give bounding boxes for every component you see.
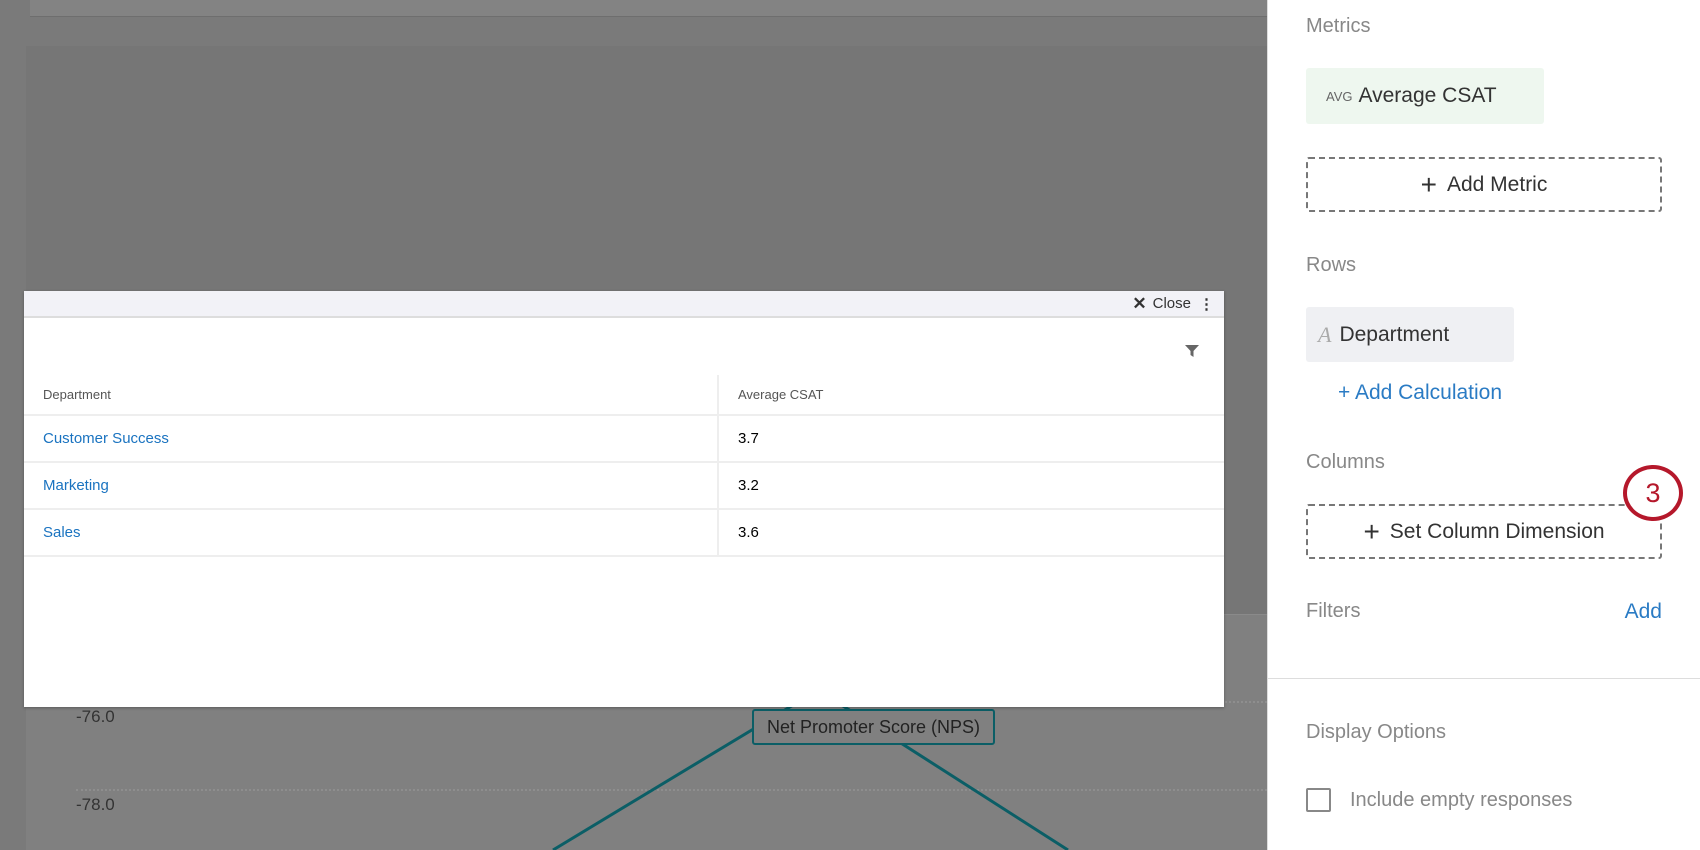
table-row: Marketing 3.2 (24, 462, 1224, 510)
text-field-icon: A (1318, 321, 1332, 347)
close-label: Close (1152, 295, 1191, 312)
metrics-heading: Metrics (1306, 15, 1371, 37)
more-options-icon[interactable]: ⋮ (1199, 295, 1214, 313)
columns-heading: Columns (1306, 451, 1385, 473)
filters-heading: Filters (1306, 600, 1361, 622)
step-badge: 3 (1623, 465, 1683, 521)
rows-heading: Rows (1306, 254, 1357, 276)
add-metric-button[interactable]: + Add Metric (1306, 157, 1662, 212)
column-header[interactable]: Average CSAT (718, 375, 1224, 416)
column-header[interactable]: Department (24, 375, 719, 416)
series-label: Net Promoter Score (NPS) (752, 709, 995, 745)
table-modal: ✕ Close ⋮ Department Average CSAT Custom… (24, 291, 1224, 707)
table-header-row: Department Average CSAT (24, 375, 1224, 416)
add-filter-link[interactable]: Add (1625, 600, 1662, 624)
data-table: Department Average CSAT Customer Success… (24, 375, 1224, 557)
filter-icon[interactable] (1184, 343, 1200, 359)
department-link[interactable]: Marketing (43, 477, 109, 494)
display-options-heading: Display Options (1306, 721, 1447, 743)
metric-name: Average CSAT (1358, 84, 1497, 107)
close-icon: ✕ (1132, 293, 1147, 313)
add-calculation-link[interactable]: + Add Calculation (1338, 381, 1502, 405)
divider (1268, 678, 1700, 679)
set-column-dimension-button[interactable]: + Set Column Dimension (1306, 504, 1662, 559)
department-link[interactable]: Sales (43, 524, 81, 541)
table-row: Customer Success 3.7 (24, 415, 1224, 463)
cell-value: 3.7 (718, 415, 1224, 463)
include-empty-label: Include empty responses (1350, 789, 1573, 811)
table-row: Sales 3.6 (24, 509, 1224, 557)
metric-aggregation: AVG (1326, 88, 1353, 104)
metric-chip[interactable]: AVG Average CSAT (1306, 68, 1544, 124)
row-dimension-name: Department (1339, 322, 1450, 346)
plus-icon: + (1363, 515, 1380, 547)
row-dimension-chip[interactable]: A Department (1306, 307, 1514, 362)
cell-value: 3.6 (718, 509, 1224, 557)
close-button[interactable]: ✕ Close (1132, 294, 1191, 314)
department-link[interactable]: Customer Success (43, 430, 169, 447)
set-column-label: Set Column Dimension (1389, 519, 1605, 543)
modal-header: ✕ Close ⋮ (24, 291, 1224, 318)
include-empty-checkbox[interactable] (1306, 788, 1331, 812)
cell-value: 3.2 (718, 462, 1224, 510)
plus-icon: + (1420, 168, 1437, 200)
widget-settings-panel: Metrics AVG Average CSAT + Add Metric Ro… (1267, 0, 1700, 850)
add-metric-label: Add Metric (1446, 172, 1548, 196)
